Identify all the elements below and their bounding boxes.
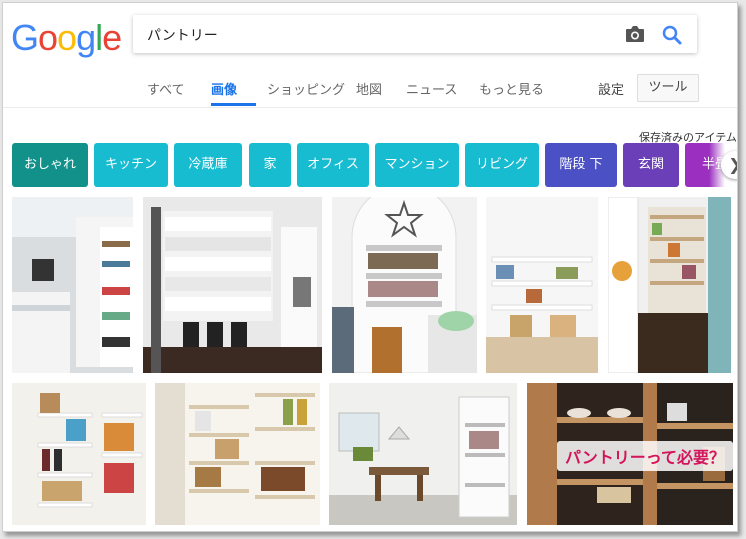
tab-news[interactable]: ニュース — [406, 79, 457, 98]
camera-icon[interactable] — [624, 25, 646, 43]
tab-maps[interactable]: 地図 — [356, 79, 382, 98]
image-caption-overlay: パントリーって必要？ — [557, 441, 733, 471]
browser-frame: Google パントリー すべて 画像 ショッピング 地図 ニュース もっと見る… — [2, 2, 738, 532]
search-header: Google パントリー すべて 画像 ショッピング 地図 ニュース もっと見る… — [3, 3, 737, 108]
image-result[interactable] — [608, 197, 731, 373]
image-result[interactable] — [12, 197, 133, 373]
tab-all[interactable]: すべて — [147, 79, 185, 98]
tools-button[interactable]: ツール — [637, 74, 699, 102]
active-tab-indicator — [211, 103, 256, 106]
image-result[interactable] — [143, 197, 322, 373]
tab-more[interactable]: もっと見る — [479, 79, 544, 98]
search-icon[interactable] — [661, 24, 683, 46]
chip-kitchen[interactable]: キッチン — [94, 143, 168, 187]
chip-living[interactable]: リビング — [465, 143, 539, 187]
tab-images[interactable]: 画像 — [211, 79, 237, 98]
chip-entrance[interactable]: 玄関 — [623, 143, 679, 187]
chip-oshare[interactable]: おしゃれ — [12, 143, 88, 187]
chip-under-stairs[interactable]: 階段 下 — [545, 143, 617, 187]
chip-mansion[interactable]: マンション — [375, 143, 459, 187]
image-result[interactable] — [329, 383, 517, 525]
google-logo[interactable]: Google — [11, 17, 122, 59]
image-result[interactable] — [332, 197, 477, 373]
search-box[interactable]: パントリー — [133, 15, 697, 53]
chip-house[interactable]: 家 — [249, 143, 291, 187]
tab-shopping[interactable]: ショッピング — [267, 79, 345, 98]
image-result[interactable] — [155, 383, 320, 525]
image-result[interactable]: パントリーって必要？ — [527, 383, 733, 525]
image-result[interactable] — [486, 197, 598, 373]
chip-office[interactable]: オフィス — [297, 143, 369, 187]
chips-scroll-next: ❯ — [709, 143, 737, 187]
chip-refrigerator[interactable]: 冷蔵庫 — [174, 143, 242, 187]
settings-link[interactable]: 設定 — [598, 79, 624, 98]
chevron-right-icon[interactable]: ❯ — [721, 151, 737, 179]
image-result[interactable] — [12, 383, 146, 525]
search-input[interactable]: パントリー — [147, 25, 218, 45]
